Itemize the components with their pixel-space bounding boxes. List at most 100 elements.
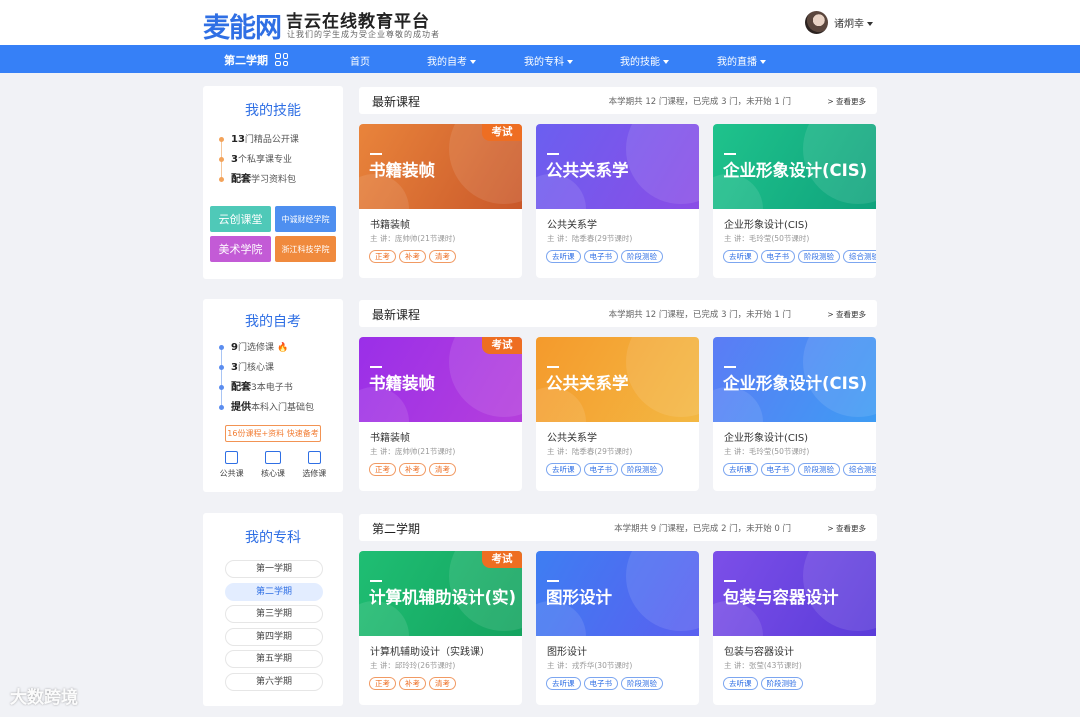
course-card[interactable]: 企业形象设计(CIS) 企业形象设计(CIS) 主 讲：毛玲莹(50节课时) 去听课电… (713, 124, 876, 278)
course-name[interactable]: 书籍装帧 (370, 216, 410, 231)
course-tag[interactable]: 阶段测验 (798, 463, 840, 476)
college-title[interactable]: 我的专科 (203, 527, 343, 547)
course-tag[interactable]: 补考 (399, 677, 426, 690)
promo-badge[interactable]: 16份课程+资料 快速备考 (225, 425, 321, 442)
skills-title[interactable]: 我的技能 (203, 100, 343, 120)
course-tag[interactable]: 阶段测验 (621, 677, 663, 690)
partner-logo[interactable]: 浙江科技学院 (275, 236, 336, 262)
category-elective[interactable]: 选修课 (296, 451, 332, 479)
course-tag[interactable]: 电子书 (583, 463, 618, 476)
course-tag[interactable]: 去听课 (546, 677, 581, 690)
course-name[interactable]: 企业形象设计(CIS) (724, 429, 808, 444)
partner-logo[interactable]: 云创课堂 (210, 206, 271, 232)
course-card[interactable]: 计算机辅助设计(实) 考试计算机辅助设计（实践课） 主 讲：邱玲玲(26节课时) 正考… (359, 551, 522, 705)
user-avatar[interactable] (805, 11, 828, 34)
course-tag[interactable]: 电子书 (760, 250, 795, 263)
course-card[interactable]: 公共关系学 公共关系学主 讲：陆季春(29节课时) 去听课 电子书 阶段测验 (536, 124, 699, 278)
course-tag[interactable]: 阶段测验 (760, 677, 803, 690)
site-slogan: 让我们的学生成为受企业尊敬的成功者 (287, 30, 440, 39)
course-tag[interactable]: 清考 (429, 463, 456, 476)
course-card[interactable]: 书籍装帧 考试 书籍装帧主 讲：庞帅帅(21节课时) 正考 补考 清考 (359, 337, 522, 491)
term-item-active[interactable]: 第二学期 (225, 582, 323, 601)
term-item[interactable]: 第五学期 (225, 650, 323, 669)
grid-menu-icon[interactable] (275, 53, 288, 66)
course-tag[interactable]: 去听课 (546, 463, 581, 476)
course-tag[interactable]: 综合测验 (843, 250, 876, 263)
course-tag[interactable]: 阶段测验 (798, 250, 840, 263)
chevron-down-icon (470, 60, 476, 64)
course-tag[interactable]: 正考 (369, 463, 396, 476)
course-tag[interactable]: 阶段测验 (621, 463, 663, 476)
course-tag[interactable]: 补考 (399, 250, 426, 263)
course-tag[interactable]: 电子书 (583, 677, 618, 690)
section-header: 最新课程 本学期共 12 门课程，已完成 3 门，未开始 1 门 > 查看更多 (359, 300, 877, 327)
selfstudy-title[interactable]: 我的自考 (203, 311, 343, 331)
exam-badge: 考试 (482, 551, 522, 568)
course-cover[interactable]: 公共关系学 (536, 337, 699, 422)
course-card[interactable]: 书籍装帧 考试 书籍装帧主 讲：庞帅帅(21节课时) 正考 补考 清考 (359, 124, 522, 278)
course-tags: 正考 补考 清考 (369, 463, 456, 476)
course-tag[interactable]: 去听课 (723, 677, 758, 690)
category-core[interactable]: 核心课 (255, 451, 291, 479)
course-name[interactable]: 公共关系学 (547, 429, 597, 444)
course-name[interactable]: 包装与容器设计 (724, 643, 794, 658)
course-tag[interactable]: 清考 (429, 677, 456, 690)
course-cover[interactable]: 公共关系学 (536, 124, 699, 209)
nav-item-college[interactable]: 我的专科 (524, 53, 573, 68)
term-item[interactable]: 第六学期 (225, 672, 323, 691)
cover-title: 书籍装帧 (369, 374, 435, 393)
course-name[interactable]: 书籍装帧 (370, 429, 410, 444)
course-name[interactable]: 图形设计 (547, 643, 587, 658)
course-tag[interactable]: 补考 (399, 463, 426, 476)
nav-item-selfstudy[interactable]: 我的自考 (427, 53, 476, 68)
view-more-link[interactable]: > 查看更多 (827, 523, 866, 534)
partner-logo[interactable]: 中诚财经学院 (275, 206, 336, 232)
course-tag[interactable]: 去听课 (723, 250, 758, 263)
course-cover[interactable]: 图形设计 (536, 551, 699, 636)
course-name[interactable]: 企业形象设计(CIS) (724, 216, 808, 231)
term-item[interactable]: 第三学期 (225, 605, 323, 624)
exam-badge: 考试 (482, 124, 522, 141)
partner-logo[interactable]: 美术学院 (210, 236, 271, 262)
course-cover[interactable]: 书籍装帧 考试 (359, 124, 522, 209)
course-tag[interactable]: 正考 (369, 250, 396, 263)
view-more-link[interactable]: > 查看更多 (827, 309, 866, 320)
cover-title: 计算机辅助设计(实) (369, 588, 517, 607)
course-card[interactable]: 企业形象设计(CIS) 企业形象设计(CIS) 主 讲：毛玲莹(50节课时) 去听课电… (713, 337, 876, 491)
course-cover[interactable]: 企业形象设计(CIS) (713, 337, 876, 422)
course-tag[interactable]: 电子书 (760, 463, 795, 476)
course-card[interactable]: 包装与容器设计 包装与容器设计主 讲：张莹(43节课时) 去听课 阶段测验 (713, 551, 876, 705)
feature-item: 9门选修课 🔥 (219, 342, 314, 362)
course-tag[interactable]: 电子书 (583, 250, 618, 263)
site-logo[interactable]: 麦能网 (203, 6, 282, 45)
nav-item-skills[interactable]: 我的技能 (620, 53, 669, 68)
course-tag[interactable]: 正考 (369, 677, 396, 690)
top-header: 麦能网 吉云在线教育平台 让我们的学生成为受企业尊敬的成功者 诸炯幸 (0, 0, 1080, 45)
course-card[interactable]: 图形设计 图形设计主 讲：戎乔华(30节课时) 去听课 电子书 阶段测验 (536, 551, 699, 705)
course-tag[interactable]: 去听课 (723, 463, 758, 476)
cover-title: 公共关系学 (546, 161, 629, 180)
nav-current-term[interactable]: 第二学期 (224, 52, 268, 68)
course-card[interactable]: 公共关系学 公共关系学主 讲：陆季春(29节课时) 去听课 电子书 阶段测验 (536, 337, 699, 491)
course-cover[interactable]: 包装与容器设计 (713, 551, 876, 636)
course-teacher: 主 讲：戎乔华(30节课时) (547, 661, 633, 670)
book-icon (264, 451, 281, 464)
course-name[interactable]: 公共关系学 (547, 216, 597, 231)
term-item[interactable]: 第四学期 (225, 627, 323, 646)
nav-item-live[interactable]: 我的直播 (717, 53, 766, 68)
term-item[interactable]: 第一学期 (225, 560, 323, 578)
course-tag[interactable]: 去听课 (546, 250, 581, 263)
nav-item-home[interactable]: 首页 (350, 53, 370, 68)
course-teacher: 主 讲：邱玲玲(26节课时) (370, 661, 456, 670)
course-cover[interactable]: 计算机辅助设计(实) 考试 (359, 551, 522, 636)
course-tag[interactable]: 综合测验 (843, 463, 876, 476)
view-more-link[interactable]: > 查看更多 (827, 96, 866, 107)
course-cover[interactable]: 书籍装帧 考试 (359, 337, 522, 422)
course-tag[interactable]: 阶段测验 (621, 250, 663, 263)
category-public[interactable]: 公共课 (214, 451, 250, 479)
user-menu[interactable]: 诸炯幸 (834, 15, 873, 30)
course-name[interactable]: 计算机辅助设计（实践课） (370, 643, 490, 658)
course-cover[interactable]: 企业形象设计(CIS) (713, 124, 876, 209)
course-tag[interactable]: 清考 (429, 250, 456, 263)
username: 诸炯幸 (834, 19, 864, 30)
